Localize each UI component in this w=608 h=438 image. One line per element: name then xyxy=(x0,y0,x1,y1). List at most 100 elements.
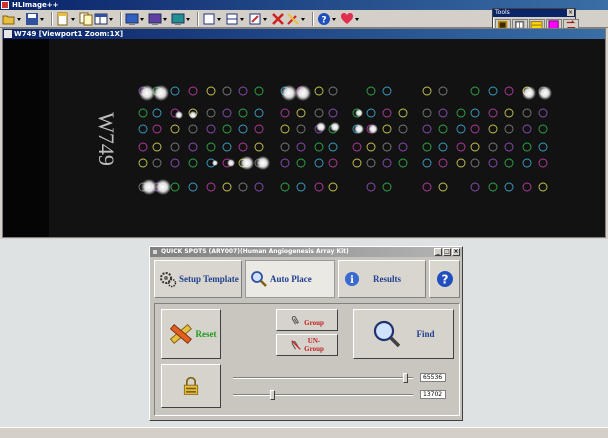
split-icon[interactable] xyxy=(225,12,239,26)
tools-close-button[interactable]: × xyxy=(567,9,574,16)
bright-spot xyxy=(227,159,235,167)
toolbar-separator xyxy=(197,11,199,26)
paperclip-icon xyxy=(291,316,299,325)
tab-label: Results xyxy=(373,274,402,284)
dialog-icon xyxy=(152,249,158,255)
bright-spot xyxy=(522,86,536,100)
viewport-titlebar: W749 [Viewport1 Zoom:1X] xyxy=(3,29,605,39)
bright-spot xyxy=(139,85,155,101)
tools-title-text: Tools xyxy=(495,9,510,16)
delete-icon[interactable] xyxy=(271,12,285,26)
slider-thumb[interactable] xyxy=(403,373,408,383)
tab-auto-place[interactable]: Auto Place xyxy=(245,260,335,298)
help-dropdown-arrow[interactable] xyxy=(332,12,337,26)
minimize-button[interactable]: _ xyxy=(434,248,442,256)
magnifier-icon xyxy=(374,320,401,348)
bright-spot xyxy=(368,124,378,134)
viewport-title: W749 [Viewport1 Zoom:1X] xyxy=(14,30,124,38)
magnifier-icon xyxy=(250,270,268,288)
bright-spot xyxy=(155,179,171,195)
tab-row: Setup Template Auto Place i Results ? xyxy=(154,260,460,298)
tools-title: Tools × xyxy=(493,9,575,17)
open-dropdown-arrow[interactable] xyxy=(17,12,22,26)
favorite-icon[interactable] xyxy=(340,12,354,26)
quick-spots-dialog: QUICK SPOTS (ARY007)(Human Angiogenesis … xyxy=(149,246,463,421)
lower-threshold-slider[interactable] xyxy=(233,390,413,400)
edit-icon[interactable] xyxy=(248,12,262,26)
find-label: Find xyxy=(416,329,435,339)
bright-spot xyxy=(355,109,363,117)
lower-threshold-value[interactable]: 13702 xyxy=(420,390,446,399)
ungroup-label-line1: UN- xyxy=(307,337,321,345)
upper-threshold-value[interactable]: 65536 xyxy=(420,373,446,382)
new-dropdown-arrow[interactable] xyxy=(71,12,76,26)
viewport-window: W749 [Viewport1 Zoom:1X] W749 xyxy=(2,28,606,238)
app-title: HLImage++ xyxy=(12,1,59,9)
help-icon[interactable]: ? xyxy=(317,12,331,26)
toolbar-separator xyxy=(312,11,314,26)
rectangle-icon[interactable] xyxy=(202,12,216,26)
bright-spot xyxy=(189,111,197,119)
slider-track xyxy=(233,377,413,379)
app-icon xyxy=(1,1,9,9)
ungroup-button[interactable]: UN- Group xyxy=(276,334,338,356)
bright-spot xyxy=(240,156,254,170)
image-icon[interactable] xyxy=(125,12,139,26)
layout-dropdown-arrow[interactable] xyxy=(109,12,114,26)
bright-spot xyxy=(354,124,364,134)
bright-spot xyxy=(295,85,311,101)
info-icon: i xyxy=(343,270,361,288)
open-icon[interactable] xyxy=(2,12,16,26)
image-dropdown-arrow[interactable] xyxy=(140,12,145,26)
maximize-button[interactable]: □ xyxy=(443,248,451,256)
close-button[interactable]: × xyxy=(452,248,460,256)
save-icon[interactable] xyxy=(25,12,39,26)
lock-icon xyxy=(183,376,199,395)
svg-text:?: ? xyxy=(321,15,326,25)
array-image[interactable]: W749 xyxy=(3,39,605,237)
save-dropdown-arrow[interactable] xyxy=(40,12,45,26)
dialog-title: QUICK SPOTS (ARY007)(Human Angiogenesis … xyxy=(161,248,349,255)
favorite-dropdown-arrow[interactable] xyxy=(355,12,360,26)
chart-dropdown-arrow[interactable] xyxy=(163,12,168,26)
dialog-controls: _ □ × xyxy=(434,248,460,256)
bright-spot xyxy=(153,85,169,101)
bright-spot xyxy=(141,179,157,195)
bright-spot xyxy=(281,85,297,101)
rectangle-dropdown-arrow[interactable] xyxy=(217,12,222,26)
find-button[interactable]: Find xyxy=(353,309,454,359)
bright-spot xyxy=(330,122,340,132)
tools-dropdown-arrow[interactable] xyxy=(301,12,306,26)
bright-spot xyxy=(256,156,270,170)
gear-icon xyxy=(159,270,177,288)
new-icon[interactable] xyxy=(56,12,70,26)
group-button[interactable]: Group xyxy=(276,309,338,331)
pencil-ruler-icon xyxy=(169,323,192,345)
reset-button[interactable]: Reset xyxy=(161,309,221,359)
tab-results[interactable]: i Results xyxy=(338,260,426,298)
bright-spot xyxy=(175,111,183,119)
slider-thumb[interactable] xyxy=(270,390,275,400)
tab-label: Auto Place xyxy=(270,274,312,284)
bright-spot xyxy=(538,86,552,100)
copy-icon[interactable] xyxy=(79,12,93,26)
tab-setup-template[interactable]: Setup Template xyxy=(154,260,242,298)
split-dropdown-arrow[interactable] xyxy=(240,12,245,26)
layout-icon[interactable] xyxy=(94,12,108,26)
slider-track xyxy=(233,394,413,396)
svg-text:i: i xyxy=(350,275,354,286)
upper-threshold-slider[interactable] xyxy=(233,373,413,383)
edit-dropdown-arrow[interactable] xyxy=(263,12,268,26)
image-canvas[interactable]: W749 xyxy=(3,39,605,237)
tools-icon[interactable] xyxy=(286,12,300,26)
help-icon: ? xyxy=(436,271,453,287)
monitor-icon[interactable] xyxy=(171,12,185,26)
svg-text:?: ? xyxy=(441,273,448,287)
help-button[interactable]: ? xyxy=(429,260,460,298)
lock-button[interactable] xyxy=(161,364,221,408)
ungroup-label: UN- Group xyxy=(304,337,324,353)
monitor-dropdown-arrow[interactable] xyxy=(186,12,191,26)
status-bar xyxy=(0,427,608,438)
auto-place-panel: Reset Group UN- Group Find 65536 13702 xyxy=(154,303,460,416)
chart-icon[interactable] xyxy=(148,12,162,26)
